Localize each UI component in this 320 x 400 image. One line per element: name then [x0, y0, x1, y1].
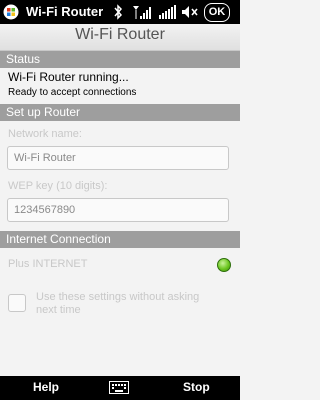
title-bar: Wi-Fi Router: [0, 24, 240, 51]
volume-mute-icon[interactable]: [180, 4, 200, 20]
page-title: Wi-Fi Router: [75, 26, 165, 43]
internet-section-header: Internet Connection: [0, 231, 240, 248]
network-name-label: Network name:: [8, 128, 82, 140]
status-bar: Wi-Fi Router OK: [0, 0, 240, 24]
use-settings-label-line2: next time: [36, 304, 81, 316]
bluetooth-icon: [114, 4, 123, 20]
wep-key-input[interactable]: [8, 199, 228, 221]
wifi-signal-icon: [159, 5, 176, 19]
signal-icon: [133, 6, 151, 19]
plus-internet-status-indicator[interactable]: [217, 258, 231, 272]
use-settings-checkbox[interactable]: [8, 294, 26, 312]
status-section-header: Status: [0, 51, 240, 68]
ok-button[interactable]: OK: [204, 3, 230, 22]
softkey-bar: Help Stop: [0, 376, 240, 400]
keyboard-icon[interactable]: [109, 381, 129, 394]
help-softkey[interactable]: Help: [33, 380, 59, 394]
network-name-input[interactable]: [8, 147, 228, 169]
status-line-running: Wi-Fi Router running...: [8, 70, 129, 84]
wep-key-field[interactable]: [7, 198, 229, 222]
stop-softkey[interactable]: Stop: [183, 380, 210, 394]
plus-internet-label: Plus INTERNET: [8, 258, 88, 270]
setup-section-header: Set up Router: [0, 104, 240, 121]
use-settings-label: Use these settings without asking next t…: [36, 291, 199, 317]
status-line-ready: Ready to accept connections: [8, 87, 137, 98]
network-name-field[interactable]: [7, 146, 229, 170]
wep-key-label: WEP key (10 digits):: [8, 180, 108, 192]
windows-logo-icon[interactable]: [3, 4, 19, 20]
app-name: Wi-Fi Router: [26, 4, 104, 19]
use-settings-label-line1: Use these settings without asking: [36, 291, 200, 303]
